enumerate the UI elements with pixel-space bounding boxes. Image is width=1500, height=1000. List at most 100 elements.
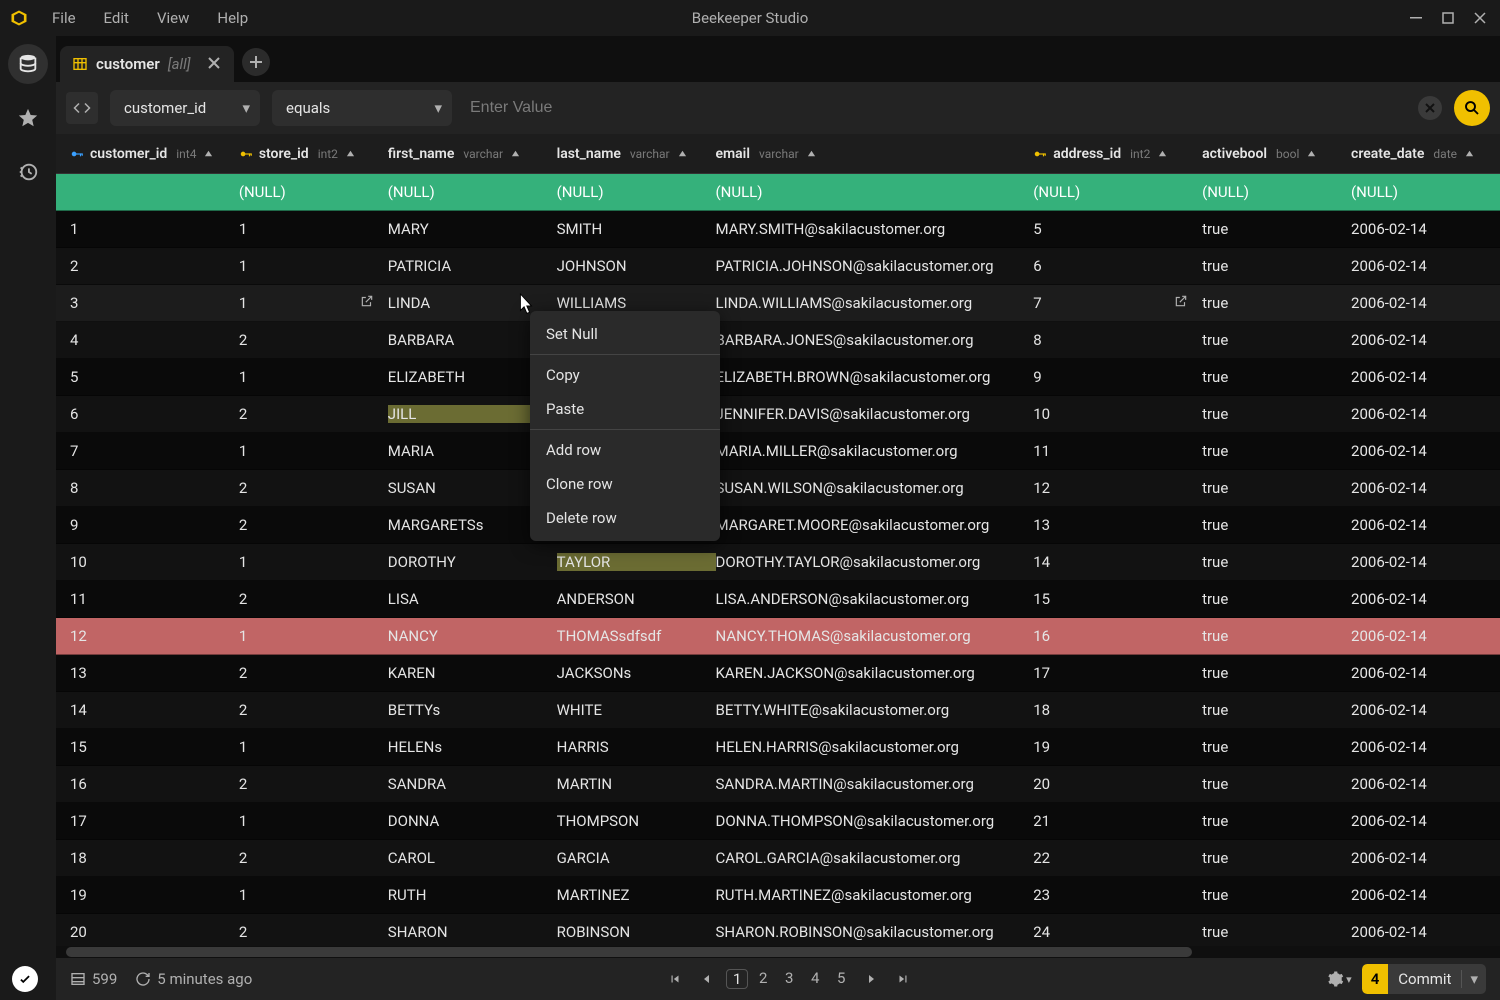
close-icon[interactable] — [208, 55, 220, 73]
sidebar-item-database[interactable] — [8, 44, 48, 84]
cell[interactable]: 6 — [1033, 257, 1202, 275]
cell[interactable]: true — [1202, 923, 1351, 941]
cell[interactable]: 17 — [70, 812, 239, 830]
cell[interactable]: DOROTHY.TAYLOR@sakilacustomer.org — [716, 553, 1034, 571]
cell[interactable]: 5 — [70, 368, 239, 386]
sidebar-item-favorites[interactable] — [8, 98, 48, 138]
cell[interactable]: true — [1202, 479, 1351, 497]
cell[interactable]: (NULL) — [557, 183, 716, 201]
table-row[interactable]: 202SHARONROBINSONSHARON.ROBINSON@sakilac… — [56, 914, 1500, 946]
cell[interactable]: 13 — [70, 664, 239, 682]
cell[interactable]: JOHNSON — [557, 257, 716, 275]
cell[interactable]: 3 — [70, 294, 239, 312]
cell[interactable]: 9 — [1033, 368, 1202, 386]
cell[interactable]: LISA.ANDERSON@sakilacustomer.org — [716, 590, 1034, 608]
column-header-last_name[interactable]: last_namevarchar — [557, 146, 716, 162]
cell[interactable]: 2006-02-14 — [1351, 627, 1500, 645]
cell[interactable]: 2006-02-14 — [1351, 590, 1500, 608]
cell[interactable]: 18 — [70, 849, 239, 867]
cell[interactable]: true — [1202, 442, 1351, 460]
table-row[interactable]: 132KARENJACKSONsKAREN.JACKSON@sakilacust… — [56, 655, 1500, 692]
filter-value-input[interactable] — [464, 90, 1406, 126]
cell[interactable]: true — [1202, 849, 1351, 867]
cell[interactable]: 2 — [239, 664, 388, 682]
cell[interactable]: RUTH — [388, 886, 557, 904]
cell[interactable]: MARY.SMITH@sakilacustomer.org — [716, 220, 1034, 238]
cell[interactable]: MARGARET.MOORE@sakilacustomer.org — [716, 516, 1034, 534]
cell[interactable]: 1 — [239, 553, 388, 571]
cell[interactable]: 11 — [1033, 442, 1202, 460]
menu-help[interactable]: Help — [205, 5, 260, 31]
table-row[interactable]: 92MARGARETSsMOORESMARGARET.MOORE@sakilac… — [56, 507, 1500, 544]
ctx-delete-row[interactable]: Delete row — [530, 501, 720, 535]
table-row[interactable]: 112LISAANDERSONLISA.ANDERSON@sakilacusto… — [56, 581, 1500, 618]
cell[interactable]: CAROL — [388, 849, 557, 867]
cell[interactable]: 12 — [70, 627, 239, 645]
cell[interactable]: (NULL) — [1351, 183, 1500, 201]
cell[interactable]: SHARON — [388, 923, 557, 941]
cell[interactable]: LISA — [388, 590, 557, 608]
cell[interactable]: WHITE — [557, 701, 716, 719]
table-row[interactable]: 171DONNATHOMPSONDONNA.THOMPSON@sakilacus… — [56, 803, 1500, 840]
cell[interactable]: 24 — [1033, 923, 1202, 941]
cell[interactable]: WILLIAMS — [557, 294, 716, 312]
cell[interactable]: 7 — [1033, 294, 1202, 312]
cell[interactable]: true — [1202, 590, 1351, 608]
cell[interactable]: CAROL.GARCIA@sakilacustomer.org — [716, 849, 1034, 867]
column-header-first_name[interactable]: first_namevarchar — [388, 146, 557, 162]
cell[interactable]: 15 — [1033, 590, 1202, 608]
cell[interactable]: 23 — [1033, 886, 1202, 904]
commit-button[interactable]: 4 Commit ▾ — [1362, 964, 1486, 994]
table-row[interactable]: 31LINDAWILLIAMSLINDA.WILLIAMS@sakilacust… — [56, 285, 1500, 322]
cell[interactable]: (NULL) — [716, 183, 1034, 201]
cell[interactable]: 8 — [1033, 331, 1202, 349]
table-row[interactable]: 142BETTYsWHITEBETTY.WHITE@sakilacustomer… — [56, 692, 1500, 729]
cell[interactable]: RUTH.MARTINEZ@sakilacustomer.org — [716, 886, 1034, 904]
cell[interactable]: 19 — [1033, 738, 1202, 756]
cell[interactable]: 1 — [239, 368, 388, 386]
cell[interactable]: 9 — [70, 516, 239, 534]
cell[interactable]: (NULL) — [388, 183, 557, 201]
cell[interactable]: DONNA — [388, 812, 557, 830]
cell[interactable]: 2006-02-14 — [1351, 775, 1500, 793]
cell[interactable]: 1 — [239, 442, 388, 460]
cell[interactable]: 1 — [239, 627, 388, 645]
cell[interactable]: DONNA.THOMPSON@sakilacustomer.org — [716, 812, 1034, 830]
cell[interactable]: 2006-02-14 — [1351, 442, 1500, 460]
cell[interactable]: (NULL) — [1202, 183, 1351, 201]
cell[interactable]: SUSAN.WILSON@sakilacustomer.org — [716, 479, 1034, 497]
page-3[interactable]: 3 — [778, 969, 800, 989]
ctx-copy[interactable]: Copy — [530, 358, 720, 392]
cell[interactable]: BETTY.WHITE@sakilacustomer.org — [716, 701, 1034, 719]
ctx-set-null[interactable]: Set Null — [530, 317, 720, 351]
cell[interactable]: 10 — [1033, 405, 1202, 423]
cell[interactable]: 1 — [239, 220, 388, 238]
raw-sql-toggle[interactable] — [66, 92, 98, 124]
cell[interactable]: 1 — [70, 220, 239, 238]
cell[interactable]: THOMASsdfsdf — [557, 627, 716, 645]
cell[interactable]: (NULL) — [1033, 183, 1202, 201]
cell[interactable]: 2006-02-14 — [1351, 664, 1500, 682]
cell[interactable]: SMITH — [557, 220, 716, 238]
cell[interactable]: 2006-02-14 — [1351, 331, 1500, 349]
table-row[interactable]: 51ELIZABETHBROWNELIZABETH.BROWN@sakilacu… — [56, 359, 1500, 396]
sync-status-icon[interactable] — [12, 966, 38, 992]
cell[interactable]: HARRIS — [557, 738, 716, 756]
cell[interactable]: 1 — [239, 294, 388, 312]
cell[interactable]: ANDERSON — [557, 590, 716, 608]
cell[interactable]: DOROTHY — [388, 553, 557, 571]
cell[interactable]: true — [1202, 812, 1351, 830]
cell[interactable]: 1 — [239, 257, 388, 275]
menu-file[interactable]: File — [40, 5, 88, 31]
page-last-button[interactable] — [890, 966, 916, 992]
cell[interactable]: PATRICIA — [388, 257, 557, 275]
cell[interactable]: 2 — [239, 701, 388, 719]
table-row[interactable]: 42BARBARAJONESBARBARA.JONES@sakilacustom… — [56, 322, 1500, 359]
table-row[interactable]: 121NANCYTHOMASsdfsdfNANCY.THOMAS@sakilac… — [56, 618, 1500, 655]
window-minimize-icon[interactable] — [1410, 12, 1422, 24]
column-header-store_id[interactable]: store_idint2 — [239, 146, 388, 162]
cell[interactable]: 13 — [1033, 516, 1202, 534]
cell[interactable]: 14 — [1033, 553, 1202, 571]
sidebar-item-history[interactable] — [8, 152, 48, 192]
cell[interactable]: MARY — [388, 220, 557, 238]
